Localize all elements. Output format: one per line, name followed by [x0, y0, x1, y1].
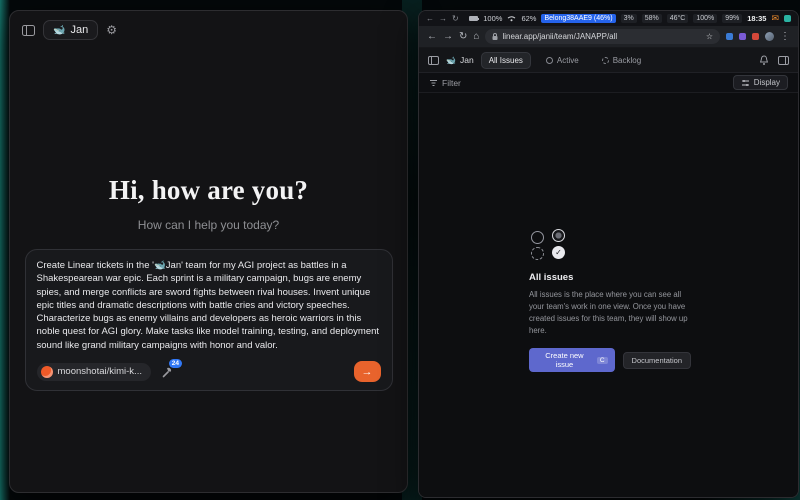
greeting-heading: Hi, how are you? [109, 175, 308, 206]
profile-avatar[interactable] [765, 32, 774, 41]
back-button[interactable]: ← [427, 32, 437, 42]
chat-input-toolbar: moonshotai/kimi-k... 24 → [37, 361, 381, 382]
greeting-subtitle: How can I help you today? [138, 218, 279, 232]
in-progress-status-icon [552, 229, 565, 242]
system-status-bar: ← → ↻ 100% 62% Belong38AAE9 (46%) 3% 58%… [419, 11, 798, 26]
jan-team-label: Jan [70, 24, 88, 36]
wifi-icon [507, 15, 516, 22]
right-panel-toggle-icon[interactable] [778, 56, 789, 65]
tab-active-label: Active [557, 56, 579, 65]
display-button[interactable]: Display [733, 75, 788, 90]
status-forward-icon[interactable]: → [439, 15, 447, 23]
linear-team-name: Jan [460, 55, 474, 65]
tools-button[interactable]: 24 [161, 366, 173, 378]
chat-input-card[interactable]: Create Linear tickets in the '🐋Jan' team… [25, 249, 393, 391]
linear-whale-emoji: 🐋 [446, 56, 456, 65]
chat-input-text[interactable]: Create Linear tickets in the '🐋Jan' team… [37, 259, 381, 352]
bookmark-star-icon[interactable]: ☆ [706, 32, 713, 41]
url-text: linear.app/janii/team/JANAPP/all [502, 32, 701, 41]
brightness-stat: 99% [722, 14, 742, 23]
tab-backlog[interactable]: Backlog [594, 52, 649, 69]
filter-label: Filter [442, 78, 461, 88]
tab-all-issues[interactable]: All Issues [481, 52, 531, 69]
forward-button[interactable]: → [443, 32, 453, 42]
display-sliders-icon [741, 79, 750, 87]
jan-header: 🐋 Jan ⚙ [10, 11, 407, 49]
jan-team-pill[interactable]: 🐋 Jan [43, 20, 98, 40]
model-selector-label: moonshotai/kimi-k... [58, 366, 142, 377]
jan-main-area: Hi, how are you? How can I help you toda… [10, 49, 407, 492]
home-button[interactable]: ⌂ [473, 32, 479, 42]
browser-window: ← → ↻ 100% 62% Belong38AAE9 (46%) 3% 58%… [418, 10, 799, 498]
whale-emoji: 🐋 [53, 25, 65, 36]
empty-state-actions: Create new issue C Documentation [529, 348, 691, 372]
sidebar-toggle-icon[interactable] [22, 25, 35, 36]
linear-sidebar-toggle-icon[interactable] [428, 56, 439, 65]
battery-icon [469, 16, 478, 21]
documentation-button[interactable]: Documentation [623, 352, 691, 369]
temperature-stat: 46°C [667, 14, 689, 23]
tools-count-badge: 24 [169, 359, 182, 369]
extension-icon-blue[interactable] [726, 33, 733, 40]
issue-status-illustration: ✓ [531, 231, 691, 260]
model-provider-icon [41, 366, 53, 378]
jan-app-window: 🐋 Jan ⚙ Hi, how are you? How can I help … [9, 10, 408, 493]
create-new-issue-label: Create new issue [536, 351, 593, 369]
active-status-icon [546, 57, 553, 64]
clock: 18:35 [747, 14, 766, 23]
tab-active[interactable]: Active [538, 52, 587, 69]
mail-icon[interactable]: ✉ [771, 14, 779, 23]
send-button[interactable]: → [354, 361, 381, 382]
lock-icon [492, 33, 498, 41]
tab-all-issues-label: All Issues [489, 56, 523, 65]
network-indicator[interactable]: Belong38AAE9 (46%) [541, 14, 615, 23]
linear-filter-bar: Filter Display [419, 73, 798, 93]
cpu-stat: 3% [621, 14, 637, 23]
linear-team-label: 🐋 Jan [446, 55, 474, 65]
browser-toolbar: ← → ↻ ⌂ linear.app/janii/team/JANAPP/all… [419, 26, 798, 48]
extension-icon-red[interactable] [752, 33, 759, 40]
display-label: Display [754, 78, 780, 87]
linear-content-area: ✓ All issues All issues is the place whe… [419, 93, 798, 497]
linear-header-actions [759, 55, 789, 66]
backlog-status-icon [602, 57, 609, 64]
linear-top-bar: 🐋 Jan All Issues Active Backlog [419, 48, 798, 73]
send-arrow-icon: → [362, 366, 373, 378]
extension-icon-purple[interactable] [739, 33, 746, 40]
filter-button[interactable]: Filter [429, 78, 461, 88]
filter-icon [429, 79, 438, 87]
tab-backlog-label: Backlog [613, 56, 641, 65]
browser-menu-icon[interactable]: ⋮ [780, 32, 790, 42]
gear-icon[interactable]: ⚙ [106, 24, 117, 36]
status-refresh-icon[interactable]: ↻ [452, 15, 459, 23]
battery-percent: 100% [483, 14, 502, 23]
todo-status-icon [531, 231, 544, 244]
secondary-battery-percent: 62% [521, 14, 536, 23]
address-bar[interactable]: linear.app/janii/team/JANAPP/all ☆ [485, 29, 720, 44]
done-status-icon: ✓ [552, 246, 565, 259]
create-shortcut-key: C [597, 357, 608, 364]
memory-stat: 58% [642, 14, 662, 23]
empty-state-description: All issues is the place where you can se… [529, 289, 691, 337]
create-new-issue-button[interactable]: Create new issue C [529, 348, 615, 372]
all-issues-empty-state: ✓ All issues All issues is the place whe… [529, 231, 691, 372]
volume-stat: 100% [693, 14, 717, 23]
refresh-button[interactable]: ↻ [459, 32, 467, 42]
chat-icon[interactable] [784, 15, 791, 22]
model-selector[interactable]: moonshotai/kimi-k... [37, 363, 151, 381]
backlog-dashed-status-icon [531, 247, 544, 260]
empty-state-title: All issues [529, 272, 691, 283]
status-back-icon[interactable]: ← [426, 15, 434, 23]
notifications-bell-icon[interactable] [759, 55, 769, 66]
